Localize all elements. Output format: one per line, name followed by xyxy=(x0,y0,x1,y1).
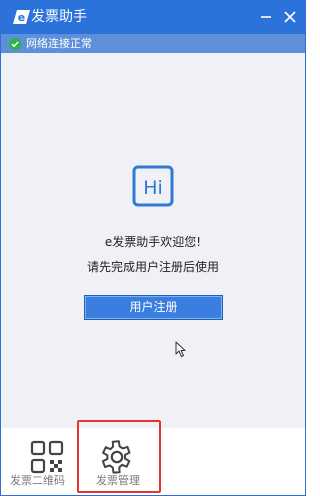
title-bar[interactable]: e 发票助手 xyxy=(1,1,305,34)
welcome-text: e发票助手欢迎您! xyxy=(104,235,202,249)
app-window: e 发票助手 网络连接正常 Hi e发票助手欢迎您! 请先完成用户注册后使用 用… xyxy=(0,0,306,496)
nav-invoice-management[interactable]: 发票管理 xyxy=(79,428,157,495)
mouse-cursor-icon xyxy=(175,341,186,357)
qr-code-icon xyxy=(30,440,64,474)
registration-hint: 请先完成用户注册后使用 xyxy=(86,260,219,274)
app-logo-letter: e xyxy=(18,11,25,24)
nav-invoice-qrcode[interactable]: 发票二维码 xyxy=(1,428,79,495)
nav-invoice-management-label: 发票管理 xyxy=(96,474,140,487)
hi-logo-text: Hi xyxy=(143,177,163,199)
e-invoice-logo-icon: e xyxy=(13,10,30,24)
close-icon[interactable] xyxy=(280,7,300,27)
network-status-bar: 网络连接正常 xyxy=(1,34,305,53)
register-button[interactable]: 用户注册 xyxy=(84,295,223,320)
network-status-text: 网络连接正常 xyxy=(26,37,92,50)
bottom-nav: 发票二维码 发票管理 xyxy=(1,428,305,495)
minimize-icon[interactable] xyxy=(256,7,276,27)
app-title: 发票助手 xyxy=(31,9,87,25)
check-circle-icon xyxy=(9,38,21,50)
gear-icon xyxy=(101,440,131,474)
nav-invoice-qrcode-label: 发票二维码 xyxy=(10,474,65,487)
hi-logo-icon: Hi xyxy=(132,165,174,207)
